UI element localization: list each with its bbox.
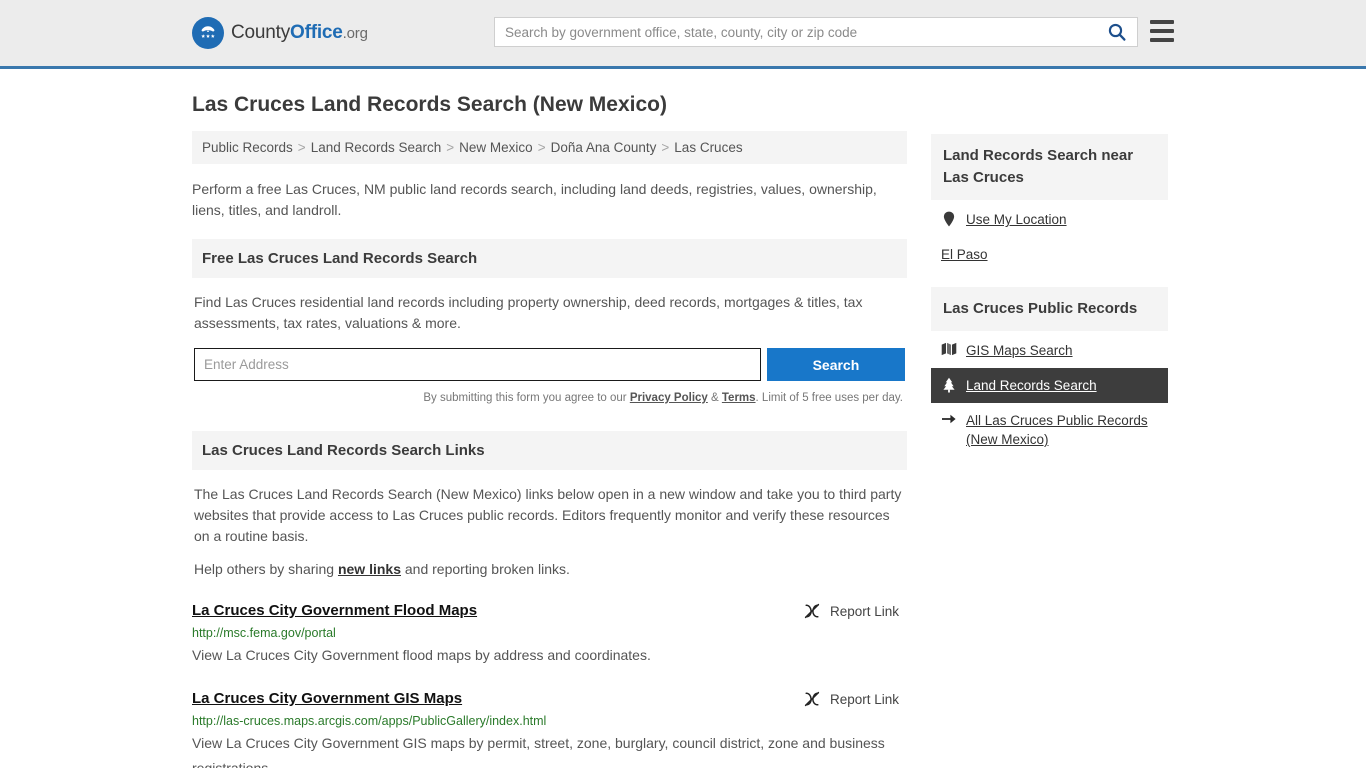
breadcrumb-separator: > (537, 140, 546, 155)
breadcrumb-separator: > (297, 140, 306, 155)
disclaimer-prefix: By submitting this form you agree to our (423, 392, 630, 404)
sidebar-near-list: Use My Location El Paso (931, 200, 1168, 282)
page-lead-text: Perform a free Las Cruces, NM public lan… (192, 181, 877, 218)
sidebar-box-near: Land Records Search near Las Cruces Use … (931, 134, 1168, 282)
terms-link[interactable]: Terms (722, 392, 756, 404)
address-search-form: Search (194, 348, 905, 381)
address-input[interactable] (194, 348, 761, 381)
free-search-body: Find Las Cruces residential land records… (192, 278, 907, 409)
hamburger-bar (1150, 20, 1174, 24)
hamburger-bar (1150, 38, 1174, 42)
breadcrumb-item-las-cruces[interactable]: Las Cruces (674, 140, 742, 155)
free-search-description: Find Las Cruces residential land records… (194, 294, 863, 331)
report-link-label: Report Link (829, 691, 899, 707)
hamburger-bar (1150, 29, 1174, 33)
site-logo[interactable]: CountyOffice.org (192, 17, 368, 49)
map-pin-icon (941, 210, 957, 227)
sidebar-item-label: Land Records Search (966, 378, 1097, 393)
address-search-button[interactable]: Search (766, 348, 905, 381)
breadcrumb-item-land-records-search[interactable]: Land Records Search (311, 140, 442, 155)
result-header: La Cruces City Government Flood Maps Rep… (192, 602, 907, 620)
breadcrumb: Public Records > Land Records Search > New M… (192, 131, 907, 164)
result-item: La Cruces City Government GIS Maps Repor… (192, 690, 907, 768)
breadcrumb-item-public-records[interactable]: Public Records (202, 140, 293, 155)
links-section-body: The Las Cruces Land Records Search (New … (192, 470, 907, 580)
help-prefix: Help others by sharing (194, 561, 338, 577)
sidebar-item-el-paso[interactable]: El Paso (931, 237, 1168, 272)
report-link-label: Report Link (829, 603, 899, 619)
sidebar-records-heading: Las Cruces Public Records (931, 287, 1168, 331)
logo-text-county: County (231, 22, 291, 43)
main-column: Public Records > Land Records Search > New M… (192, 131, 907, 768)
sidebar-records-list: GIS Maps Search Land Records Search All … (931, 331, 1168, 467)
sidebar-item-label: GIS Maps Search (966, 343, 1073, 358)
result-header: La Cruces City Government GIS Maps Repor… (192, 690, 907, 708)
sidebar-item-land-records-search[interactable]: Land Records Search (931, 368, 1168, 403)
sidebar-item-label: All Las Cruces Public Records (New Mexic… (966, 413, 1148, 447)
logo-text-office: Office (290, 22, 343, 43)
sidebar-item-use-my-location[interactable]: Use My Location (931, 202, 1168, 237)
map-icon (941, 341, 957, 356)
search-input[interactable] (495, 19, 1097, 45)
result-url: http://msc.fema.gov/portal (192, 626, 336, 640)
search-submit-button[interactable] (1097, 18, 1137, 46)
broken-link-icon (804, 603, 820, 619)
sidebar-item-gis-maps-search[interactable]: GIS Maps Search (931, 333, 1168, 368)
links-section-heading: Las Cruces Land Records Search Links (192, 431, 907, 470)
result-title-link[interactable]: La Cruces City Government Flood Maps (192, 602, 477, 619)
logo-text: CountyOffice.org (231, 22, 368, 44)
breadcrumb-item-new-mexico[interactable]: New Mexico (459, 140, 533, 155)
sidebar-item-all-public-records[interactable]: All Las Cruces Public Records (New Mexic… (931, 403, 1168, 457)
logo-text-org: .org (342, 25, 368, 42)
breadcrumb-separator: > (446, 140, 455, 155)
help-suffix: and reporting broken links. (401, 561, 570, 577)
content-row: Public Records > Land Records Search > New M… (192, 131, 1174, 768)
result-description: View La Cruces City Government flood map… (192, 647, 651, 663)
disclaimer-amp: & (707, 392, 722, 404)
breadcrumb-item-dona-ana-county[interactable]: Doña Ana County (551, 140, 657, 155)
global-search-bar[interactable] (494, 17, 1138, 47)
disclaimer-suffix: . Limit of 5 free uses per day. (755, 392, 903, 404)
sidebar-near-heading: Land Records Search near Las Cruces (931, 134, 1168, 200)
broken-link-icon (804, 691, 820, 707)
sidebar: Land Records Search near Las Cruces Use … (931, 131, 1168, 472)
search-icon (1108, 23, 1126, 41)
sidebar-item-label: El Paso (941, 247, 988, 262)
page-title: Las Cruces Land Records Search (New Mexi… (192, 93, 667, 116)
report-link-button[interactable]: Report Link (803, 690, 907, 708)
result-url: http://las-cruces.maps.arcgis.com/apps/P… (192, 714, 547, 728)
form-disclaimer: By submitting this form you agree to our… (194, 388, 905, 409)
links-section-paragraph: The Las Cruces Land Records Search (New … (194, 486, 902, 544)
free-search-heading: Free Las Cruces Land Records Search (192, 239, 907, 278)
eagle-shield-logo-icon (192, 17, 224, 49)
privacy-policy-link[interactable]: Privacy Policy (630, 392, 708, 404)
site-header: CountyOffice.org (0, 0, 1366, 69)
breadcrumb-separator: > (661, 140, 670, 155)
result-item: La Cruces City Government Flood Maps Rep… (192, 602, 907, 668)
new-links-link[interactable]: new links (338, 561, 401, 577)
arrow-right-icon (941, 411, 957, 426)
links-section-help: Help others by sharing new links and rep… (194, 559, 905, 580)
page-container: Las Cruces Land Records Search (New Mexi… (0, 92, 1366, 768)
sidebar-box-public-records: Las Cruces Public Records GIS Maps Searc… (931, 287, 1168, 467)
result-title-link[interactable]: La Cruces City Government GIS Maps (192, 690, 462, 707)
report-link-button[interactable]: Report Link (803, 602, 907, 620)
hamburger-menu-icon[interactable] (1150, 20, 1174, 42)
result-description: View La Cruces City Government GIS maps … (192, 735, 885, 768)
sidebar-item-label: Use My Location (966, 212, 1067, 227)
tree-icon (941, 376, 957, 393)
